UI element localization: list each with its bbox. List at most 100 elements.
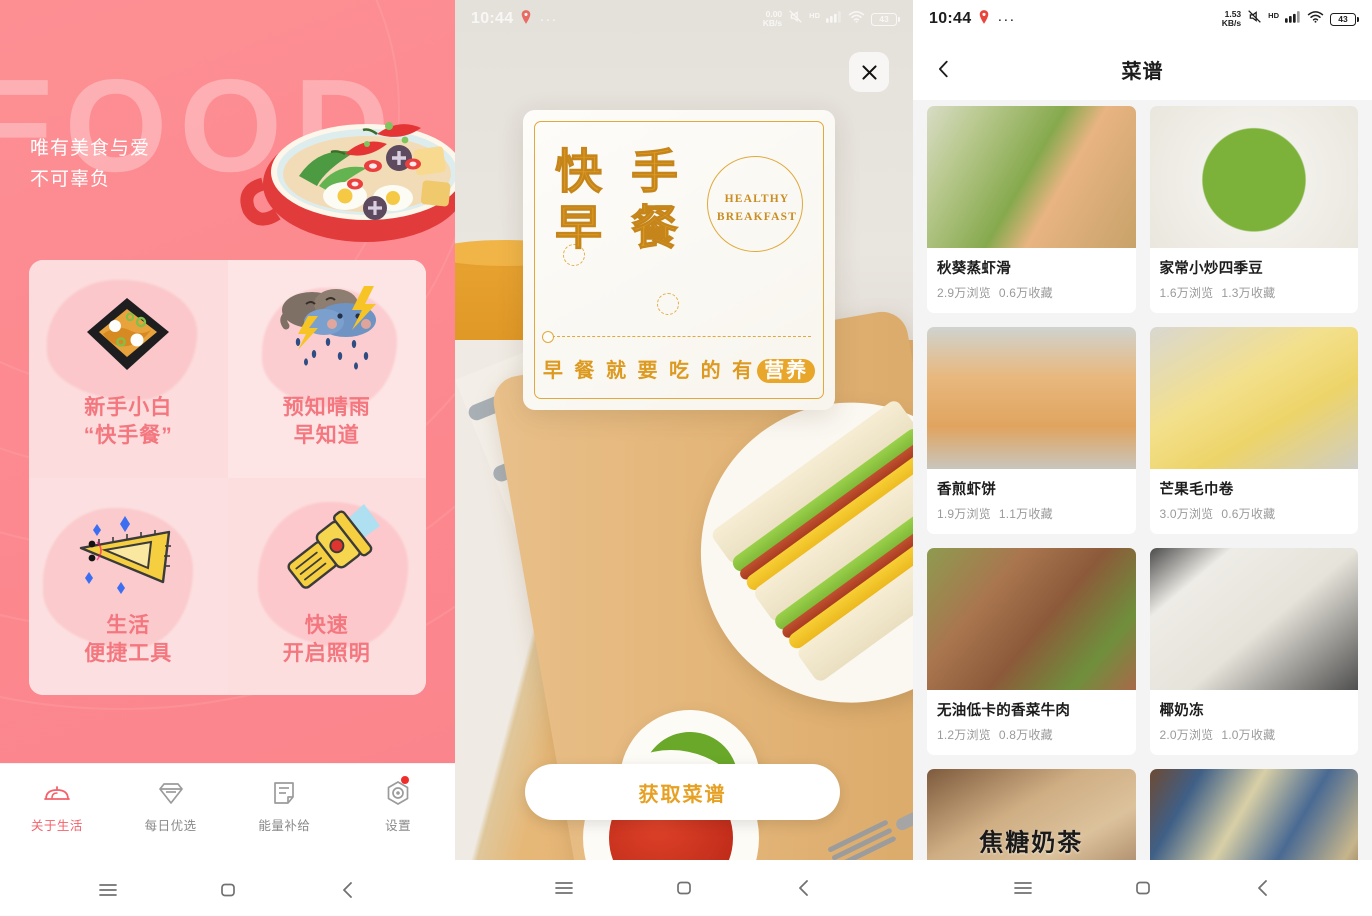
recipe-thumbnail [927,548,1136,690]
recipe-card[interactable]: 家常小炒四季豆 1.6万浏览 1.3万收藏 [1149,106,1358,313]
menu-icon[interactable] [552,876,576,900]
chevron-left-icon[interactable] [336,878,360,902]
home-square-icon[interactable] [1131,876,1155,900]
home-square-icon[interactable] [672,876,696,900]
feature-card-line1: 快速 [304,613,349,637]
feature-card-tools[interactable]: 生活 便捷工具 [29,477,228,695]
chevron-left-icon[interactable] [792,876,816,900]
recipe-card[interactable] [1149,769,1358,860]
recipe-info: 香煎虾饼 1.9万浏览 1.1万收藏 [927,469,1136,534]
feature-card-grid: 新手小白 “快手餐” 预知晴雨 早知道 生活 便捷工具 快速 开启照明 [29,260,426,695]
tab-settings[interactable]: 设置 [341,775,455,834]
recipe-info: 无油低卡的香菜牛肉 1.2万浏览 0.8万收藏 [927,690,1136,755]
feature-card-weather[interactable]: 预知晴雨 早知道 [227,260,426,478]
recipe-card[interactable]: 焦糖奶茶 [927,769,1136,860]
hd-label: HD [809,11,820,20]
promo-english-line1: HEALTHY [724,193,790,205]
recipe-list[interactable]: 秋葵蒸虾滑 2.9万浏览 0.6万收藏 家常小炒四季豆 1.6万浏览 1.3万收藏 [913,100,1372,860]
battery-level: 43 [1338,14,1348,24]
chevron-left-icon [938,60,948,78]
recipe-views: 3.0万浏览 [1159,507,1214,521]
menu-icon[interactable] [1011,876,1035,900]
tab-label: 每日优选 [144,818,197,833]
recipe-meta: 3.0万浏览 0.6万收藏 [1160,505,1349,522]
status-left: 10:44 ··· [471,9,558,29]
system-nav-bar-3 [913,860,1372,916]
mute-icon [788,9,803,29]
signal-bars-icon [1285,10,1301,28]
close-button[interactable] [849,52,889,92]
get-recipe-button[interactable]: 获取菜谱 [525,764,840,820]
network-speed: 1.53 KB/s [1222,10,1241,28]
recipe-views: 2.9万浏览 [937,286,991,300]
feature-card-quick-meal[interactable]: 新手小白 “快手餐” [29,260,228,478]
promo-english-line2: BREAKFAST [716,211,798,223]
wifi-icon [1307,10,1324,28]
promo-subtitle: 早 餐 就 要 吃 的 有营养 [523,354,835,383]
wifi-icon [848,10,865,28]
sandwich [709,397,913,687]
status-time: 10:44 [471,10,514,27]
promo-english-text: HEALTHY BREAKFAST [711,190,803,226]
tab-label: 关于生活 [30,818,83,833]
tab-about-life[interactable]: 关于生活 [0,778,114,834]
recipe-title: 家常小炒四季豆 [1159,261,1264,277]
recipe-views: 1.2万浏览 [937,728,991,742]
recipe-views: 1.9万浏览 [937,507,991,521]
status-bar-2: 10:44 ··· 0.00 KB/s HD 43 [455,0,913,38]
recipe-info: 椰奶冻 2.0万浏览 1.0万收藏 [1150,690,1359,755]
hd-label: HD [1268,11,1279,20]
recipe-thumbnail-overlay-text: 焦糖奶茶 [979,829,1084,857]
recipe-card[interactable]: 无油低卡的香菜牛肉 1.2万浏览 0.8万收藏 [927,548,1136,755]
status-left: 10:44 ··· [929,9,1015,29]
recipe-meta: 2.0万浏览 1.0万收藏 [1160,726,1349,743]
recipe-meta: 1.6万浏览 1.3万收藏 [1160,284,1349,301]
battery-level: 43 [879,14,889,24]
recipe-views: 1.6万浏览 [1159,286,1214,300]
tab-energy-supply[interactable]: 能量补给 [228,778,342,834]
hero-banner: FOOD 唯有美食与爱 不可辜负 新手小白 “快手餐” 预知晴雨 早知道 生活 … [0,0,455,763]
chevron-left-icon[interactable] [1251,876,1275,900]
recipe-favs: 0.6万收藏 [998,286,1053,300]
promo-subtitle-highlight: 营养 [757,359,816,383]
feature-card-flashlight[interactable]: 快速 开启照明 [227,477,426,695]
hotpot-icon [69,278,187,388]
back-button[interactable] [927,52,961,86]
feature-card-label: 生活 便捷工具 [84,612,172,668]
promo-screen-body: 10:44 ··· 0.00 KB/s HD 43 快 手 早 餐 HEALTH… [455,0,913,860]
tab-daily-picks[interactable]: 每日优选 [114,778,228,834]
recipe-favs: 1.3万收藏 [1221,286,1276,300]
hero-tagline: 唯有美食与爱 不可辜负 [30,133,150,195]
recipe-info: 秋葵蒸虾滑 2.9万浏览 0.6万收藏 [927,248,1136,313]
status-right: 1.53 KB/s HD 43 [1222,9,1360,29]
signal-bars-icon [826,10,842,28]
feature-card-line1: 新手小白 [84,396,173,419]
feature-card-line1: 生活 [106,613,151,637]
recipe-favs: 1.1万收藏 [998,507,1053,521]
recipe-favs: 1.0万收藏 [1221,728,1276,742]
recipe-card[interactable]: 芒果毛巾卷 3.0万浏览 0.6万收藏 [1149,327,1358,534]
feature-card-line2: 早知道 [293,424,360,447]
recipe-title: 椰奶冻 [1159,703,1204,719]
feature-card-line2: 开启照明 [282,641,371,665]
recipe-thumbnail [1149,106,1358,248]
recipe-title: 芒果毛巾卷 [1159,482,1234,498]
feature-card-line1: 预知晴雨 [282,396,371,419]
network-speed: 0.00 KB/s [763,10,782,28]
menu-icon[interactable] [96,878,120,902]
home-square-icon[interactable] [216,878,240,902]
mute-icon [1247,9,1262,29]
promo-dashed-ring [657,293,679,315]
recipe-card[interactable]: 椰奶冻 2.0万浏览 1.0万收藏 [1149,548,1359,755]
network-speed-unit: KB/s [762,18,783,28]
recipe-card[interactable]: 香煎虾饼 1.9万浏览 1.1万收藏 [927,327,1136,534]
feature-card-label: 快速 开启照明 [283,612,371,668]
network-speed-unit: KB/s [1221,18,1242,28]
recipe-meta: 1.9万浏览 1.1万收藏 [937,505,1126,522]
system-nav-bar-1 [0,863,455,916]
page-title: 菜谱 [1121,60,1164,83]
status-more-dots: ··· [539,10,558,28]
bottom-tab-bar: 关于生活 每日优选 能量补给 设置 [0,762,455,864]
recipe-card[interactable]: 秋葵蒸虾滑 2.9万浏览 0.6万收藏 [927,106,1136,313]
recipe-thumbnail [1149,769,1358,860]
